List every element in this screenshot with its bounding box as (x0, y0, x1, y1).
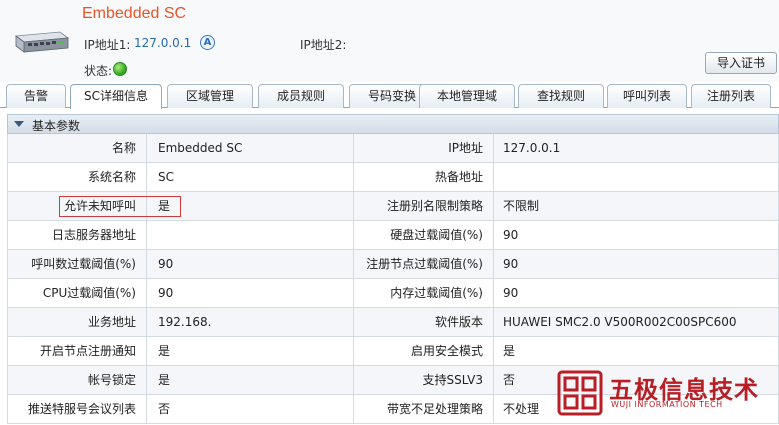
basic-params-section-header[interactable]: 基本参数 (7, 114, 779, 134)
row-label: 支持SSLV3 (354, 366, 494, 395)
tab-sc-details[interactable]: SC详细信息 (70, 84, 162, 109)
table-row: 开启节点注册通知 是 启用安全模式 是 (7, 337, 779, 366)
ip1-label: IP地址1: (84, 38, 131, 52)
row-label: 注册别名限制策略 (354, 192, 494, 221)
tab-local-domain[interactable]: 本地管理域 (419, 84, 515, 108)
import-certificate-button[interactable]: 导入证书 (705, 52, 777, 74)
tab-search-rules[interactable]: 查找规则 (518, 84, 604, 108)
table-row: 允许未知呼叫 是 注册别名限制策略 不限制 (7, 192, 779, 221)
row-value: 90 (147, 250, 354, 279)
row-value (147, 221, 354, 250)
status-label: 状态: (84, 64, 113, 78)
row-label: 热备地址 (354, 163, 494, 192)
table-row: CPU过载阈值(%) 90 内存过载阈值(%) 90 (7, 279, 779, 308)
collapse-arrow-icon[interactable] (14, 121, 24, 127)
tab-alarm[interactable]: 告警 (6, 84, 66, 108)
row-value: HUAWEI SMC2.0 V500R002C00SPC600 (494, 308, 779, 337)
row-label: 系统名称 (7, 163, 147, 192)
tab-member-rules[interactable]: 成员规则 (258, 84, 344, 108)
row-label: 开启节点注册通知 (7, 337, 147, 366)
row-value: 90 (494, 250, 779, 279)
row-label: 帐号锁定 (7, 366, 147, 395)
row-label: 带宽不足处理策略 (354, 395, 494, 424)
row-label: CPU过载阈值(%) (7, 279, 147, 308)
tab-call-list[interactable]: 呼叫列表 (607, 84, 687, 108)
row-label: 硬盘过载阈值(%) (354, 221, 494, 250)
row-label: 业务地址 (7, 308, 147, 337)
row-value: 是 (147, 337, 354, 366)
watermark-logo: 五极信息技术 WUJI INFORMATION TECH (557, 368, 779, 425)
row-label: 软件版本 (354, 308, 494, 337)
row-label: 日志服务器地址 (7, 221, 147, 250)
ip2-label: IP地址2: (300, 38, 347, 52)
row-label: 呼叫数过载阈值(%) (7, 250, 147, 279)
row-value: 否 (147, 395, 354, 424)
row-value: 不限制 (494, 192, 779, 221)
wuji-logo-icon (557, 370, 603, 416)
row-value: 192.168. (147, 308, 354, 337)
row-label: IP地址 (354, 134, 494, 163)
active-badge-icon[interactable]: A (200, 35, 215, 50)
server-device-icon (14, 31, 70, 53)
table-row: 日志服务器地址 硬盘过载阈值(%) 90 (7, 221, 779, 250)
tab-bar: 告警 SC详细信息 区域管理 成员规则 号码变换 本地管理域 查找规则 呼叫列表… (0, 82, 779, 109)
row-label: 推送特服号会议列表 (7, 395, 147, 424)
row-value: 90 (147, 279, 354, 308)
tab-zone-management[interactable]: 区域管理 (167, 84, 253, 108)
row-value (494, 163, 779, 192)
row-label: 名称 (7, 134, 147, 163)
row-value: 90 (494, 279, 779, 308)
row-value: Embedded SC (147, 134, 354, 163)
section-title: 基本参数 (32, 119, 81, 133)
table-row: 名称 Embedded SC IP地址 127.0.0.1 (7, 134, 779, 163)
row-value: 127.0.0.1 (494, 134, 779, 163)
watermark-subtext: WUJI INFORMATION TECH (611, 400, 723, 409)
header: Embedded SC IP地址1: 127.0.0.1 A IP地址2: 状态… (0, 0, 779, 82)
row-label: 内存过载阈值(%) (354, 279, 494, 308)
row-label: 启用安全模式 (354, 337, 494, 366)
table-row: 业务地址 192.168. 软件版本 HUAWEI SMC2.0 V500R00… (7, 308, 779, 337)
row-label: 允许未知呼叫 (7, 192, 147, 221)
status-online-icon (113, 62, 127, 76)
row-value: SC (147, 163, 354, 192)
row-value: 是 (147, 366, 354, 395)
page-title: Embedded SC (82, 5, 187, 22)
tab-registration-list[interactable]: 注册列表 (691, 84, 771, 108)
row-value: 90 (494, 221, 779, 250)
row-value: 是 (494, 337, 779, 366)
table-row: 系统名称 SC 热备地址 (7, 163, 779, 192)
table-row: 呼叫数过载阈值(%) 90 注册节点过载阈值(%) 90 (7, 250, 779, 279)
row-value: 是 (147, 192, 354, 221)
ip1-value: 127.0.0.1 (134, 36, 192, 50)
row-label: 注册节点过载阈值(%) (354, 250, 494, 279)
